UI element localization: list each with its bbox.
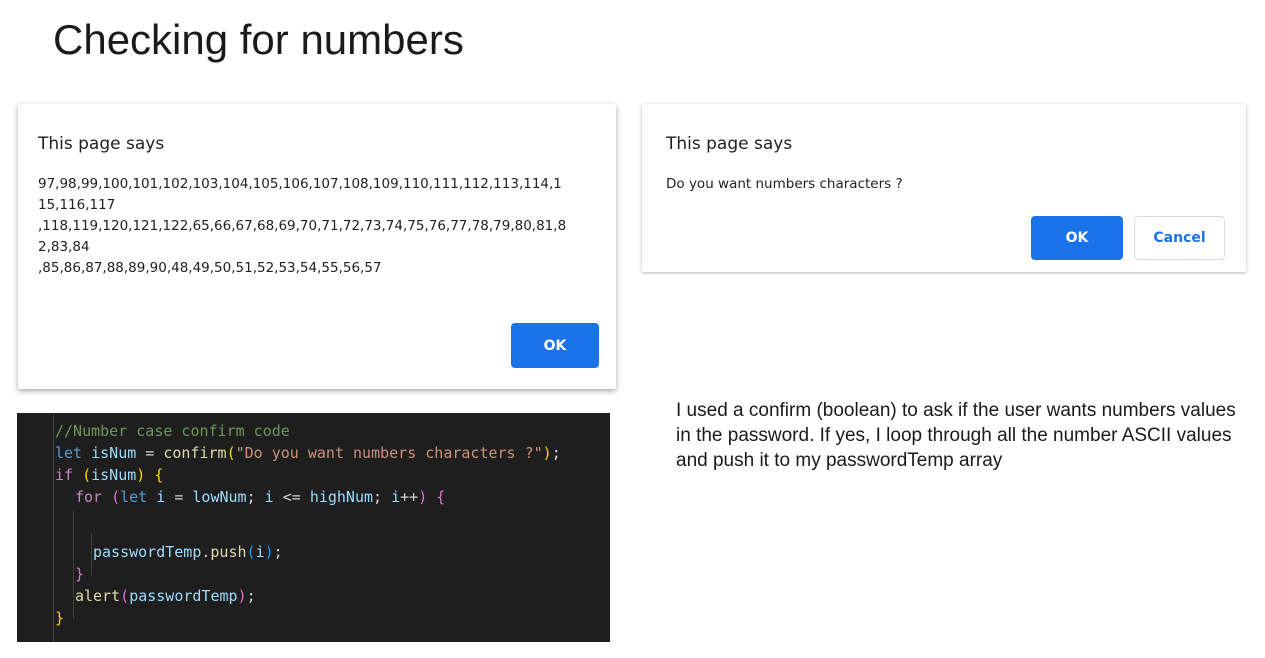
code-token: isNum	[91, 466, 137, 484]
code-line: for (let i = lowNum; i <= highNum; i++) …	[75, 486, 445, 508]
code-token: i	[264, 488, 274, 506]
indent-guide	[53, 413, 54, 642]
code-token: let	[55, 444, 83, 462]
code-token: i	[156, 488, 166, 506]
code-editor-panel: //Number case confirm code let isNum = c…	[17, 413, 610, 642]
code-token: ;	[551, 444, 561, 462]
alert-dialog-heading: This page says	[38, 134, 165, 154]
code-token: }	[55, 609, 65, 627]
alert-dialog-message: 97,98,99,100,101,102,103,104,105,106,107…	[38, 176, 567, 276]
code-token: (	[82, 466, 92, 484]
code-token: let	[120, 488, 148, 506]
code-line: }	[75, 563, 84, 585]
code-line: passwordTemp.push(i);	[93, 541, 283, 563]
confirm-dialog-message: Do you want numbers characters ?	[666, 176, 903, 192]
description-text: I used a confirm (boolean) to ask if the…	[676, 400, 1236, 471]
code-token: )	[136, 466, 146, 484]
code-line: let isNum = confirm("Do you want numbers…	[55, 442, 561, 464]
code-token: ;	[273, 543, 283, 561]
code-token: )	[237, 587, 247, 605]
code-line: }	[55, 607, 64, 629]
code-token: isNum	[91, 444, 137, 462]
code-token: highNum	[309, 488, 374, 506]
code-token: for	[75, 488, 103, 506]
code-token: =	[165, 488, 193, 506]
code-token: passwordTemp	[93, 543, 202, 561]
code-token: ;	[246, 587, 256, 605]
confirm-ok-button[interactable]: OK	[1031, 216, 1123, 260]
code-token: {	[436, 488, 446, 506]
code-token: )	[542, 444, 552, 462]
code-token: lowNum	[192, 488, 247, 506]
alert-dialog: This page says 97,98,99,100,101,102,103,…	[18, 104, 616, 389]
code-token: ;	[373, 488, 392, 506]
indent-guide	[73, 511, 74, 619]
slide-title: Checking for numbers	[53, 16, 464, 63]
alert-ok-button[interactable]: OK	[511, 323, 599, 368]
code-token: confirm	[163, 444, 227, 462]
confirm-dialog-heading: This page says	[666, 134, 793, 154]
code-token: (	[226, 444, 236, 462]
code-token: (	[120, 587, 130, 605]
code-token: )	[264, 543, 274, 561]
indent-guide	[91, 533, 92, 575]
code-token: <=	[273, 488, 310, 506]
code-token: (	[246, 543, 256, 561]
code-token: passwordTemp	[129, 587, 238, 605]
code-token: =	[136, 444, 164, 462]
confirm-dialog: This page says Do you want numbers chara…	[642, 104, 1246, 272]
code-token: {	[154, 466, 164, 484]
code-line: alert(passwordTemp);	[75, 585, 256, 607]
code-token: if	[55, 466, 74, 484]
code-token: push	[210, 543, 247, 561]
code-token: i	[391, 488, 401, 506]
code-token: }	[75, 565, 85, 583]
code-comment: //Number case confirm code	[55, 422, 290, 440]
code-token: i	[255, 543, 265, 561]
code-line: //Number case confirm code	[55, 420, 290, 442]
code-token: alert	[75, 587, 121, 605]
code-token: ++	[400, 488, 419, 506]
code-token: "Do you want numbers characters ?"	[235, 444, 543, 462]
confirm-cancel-button[interactable]: Cancel	[1134, 216, 1225, 260]
code-token: )	[418, 488, 428, 506]
code-line: if (isNum) {	[55, 464, 163, 486]
code-token: ;	[246, 488, 265, 506]
code-token: (	[111, 488, 121, 506]
